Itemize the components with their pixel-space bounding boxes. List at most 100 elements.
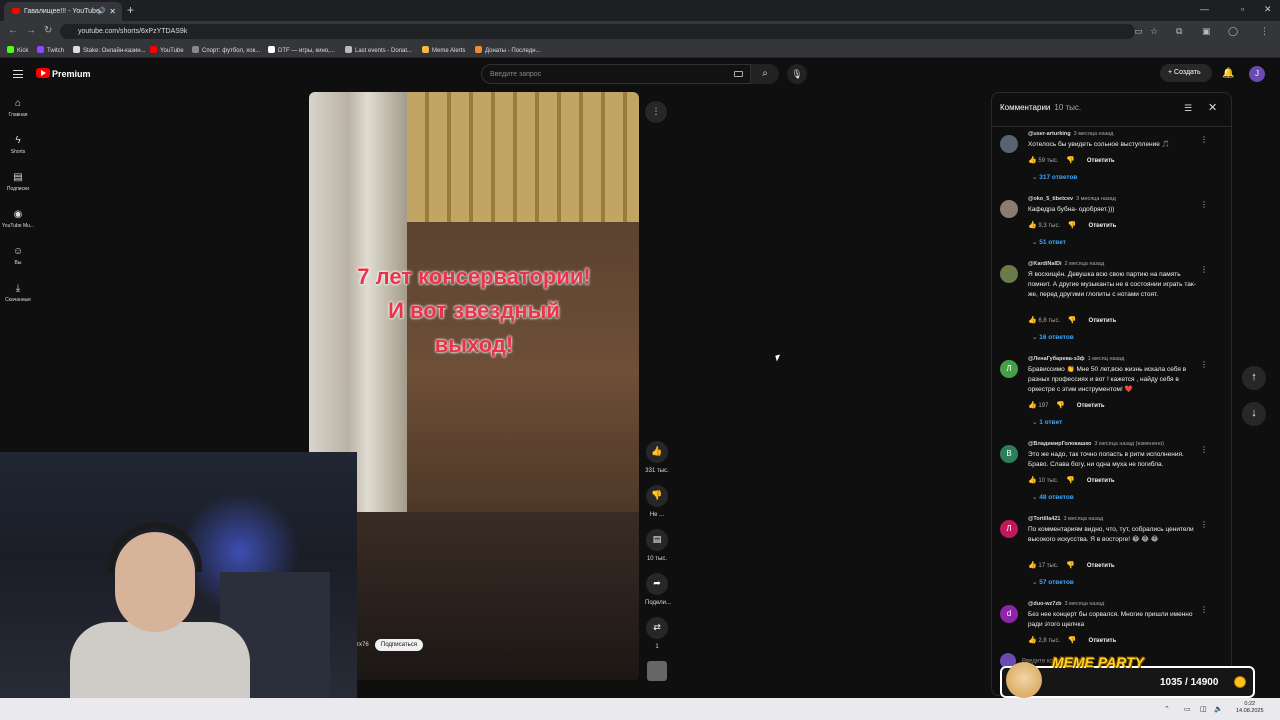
comment-menu-icon[interactable]: ⋮ [1200,200,1208,209]
close-window-icon[interactable]: ✕ [1264,4,1272,15]
browser-menu-icon[interactable]: ⋮ [1260,26,1269,37]
system-clock[interactable]: 0:22 14.08.2025 [1236,701,1264,715]
create-button[interactable]: + Создать [1160,64,1212,82]
account-avatar[interactable]: J [1249,66,1265,82]
comment-author[interactable]: @KardiNalDi [1028,261,1061,267]
thumbs-down-icon[interactable]: 👎 [1066,562,1075,569]
bookmark-item[interactable]: Meme Alerts [422,46,465,54]
browser-tab[interactable]: Гавалищее!!! - YouTube 🔊 ✕ [4,2,122,21]
avatar[interactable] [1000,200,1018,218]
video-more-icon[interactable]: ⋮ [645,101,667,123]
reply-button[interactable]: Ответить [1087,563,1115,569]
thumbs-down-icon[interactable]: 👎 [1068,317,1077,324]
avatar[interactable] [1000,135,1018,153]
thumbs-up-icon[interactable]: 👍 [1028,637,1037,644]
bookmark-item[interactable]: Спорт: футбол, хок... [192,46,260,54]
thumbs-up-icon[interactable]: 👍 [1028,477,1037,484]
view-replies-button[interactable]: ⌄ 48 ответов [1032,493,1074,501]
sidebar-item-home[interactable]: ⌂ Главная [0,98,36,118]
network-icon[interactable]: ◫ [1200,705,1207,713]
reply-button[interactable]: Ответить [1089,223,1117,229]
thumbs-down-icon[interactable]: 👎 [1068,637,1077,644]
comments-button[interactable]: ▤ 10 тыс. [645,529,669,562]
close-tab-icon[interactable]: ✕ [109,7,116,16]
reply-button[interactable]: Ответить [1087,158,1115,164]
reply-button[interactable]: Ответить [1089,638,1117,644]
thumbs-down-icon[interactable]: 👎 [1066,157,1075,164]
thumbs-up-icon[interactable]: 👍 [1028,562,1037,569]
comment-author[interactable]: @oko_5_tibetcev [1028,196,1073,202]
speaker-icon[interactable]: 🔊 [97,7,106,15]
bookmark-star-icon[interactable]: ☆ [1150,26,1158,37]
sidebar-item-shorts[interactable]: ϟ Shorts [0,135,36,155]
next-short-button[interactable]: ↓ [1242,402,1266,426]
url-field[interactable]: youtube.com/shorts/6xPzYTDAS9k [60,24,1135,39]
bookmark-item[interactable]: Kick [7,46,28,54]
view-replies-button[interactable]: ⌄ 16 ответов [1032,333,1074,341]
reply-button[interactable]: Ответить [1087,478,1115,484]
comment-author[interactable]: @ЛенаГубарева-э3ф [1028,356,1085,362]
bookmark-item[interactable]: Twitch [37,46,64,54]
avatar[interactable]: Л [1000,360,1018,378]
sidebar-item-you[interactable]: ☺ Вы [0,246,36,266]
thumbs-up-icon[interactable]: 👍 [1028,157,1037,164]
subscribe-button[interactable]: Подписаться [375,639,423,651]
sidebar-panel-icon[interactable]: ▣ [1202,26,1211,37]
avatar[interactable]: В [1000,445,1018,463]
maximize-icon[interactable]: ▫ [1241,4,1244,14]
bookmark-item[interactable]: Донаты - Последн... [475,46,541,54]
reply-button[interactable]: Ответить [1089,318,1117,324]
bookmark-item[interactable]: Stake: Онлайн-казин... [73,46,146,54]
back-icon[interactable]: ← [8,25,18,36]
language-icon[interactable]: ▭ [1184,705,1191,713]
comment-menu-icon[interactable]: ⋮ [1200,360,1208,369]
thumbs-up-icon[interactable]: 👍 [1028,222,1037,229]
remix-button[interactable]: ⇄ 1 [645,617,669,650]
reload-icon[interactable]: ↻ [44,25,52,36]
sort-icon[interactable]: ☰ [1184,103,1192,114]
view-replies-button[interactable]: ⌄ 51 ответ [1032,238,1066,246]
hamburger-menu-icon[interactable] [13,70,23,78]
minimize-icon[interactable]: — [1200,4,1209,14]
search-button[interactable]: ⌕ [751,64,779,84]
profile-icon[interactable]: ◯ [1228,26,1238,37]
thumbs-down-icon[interactable]: 👎 [1066,477,1075,484]
comment-author[interactable]: @duo-wz7zb [1028,601,1061,607]
extensions-icon[interactable]: ⧉ [1176,26,1182,37]
cast-icon[interactable]: ▭ [1134,26,1143,37]
reply-button[interactable]: Ответить [1077,403,1105,409]
dislike-button[interactable]: 👎 Не ... [645,485,669,518]
new-tab-icon[interactable]: + [127,3,134,17]
notifications-bell-icon[interactable]: 🔔 [1222,68,1234,79]
bookmark-item[interactable]: YouTube [150,46,184,54]
sidebar-item-youtube-music[interactable]: ◉ YouTube Mu... [0,209,36,229]
search-input[interactable]: Введите запрос [481,64,751,84]
close-icon[interactable]: ✕ [1208,101,1217,114]
premium-logo-text[interactable]: Premium [52,69,91,79]
comment-menu-icon[interactable]: ⋮ [1200,445,1208,454]
thumbs-down-icon[interactable]: 👎 [1056,402,1065,409]
sidebar-item-downloads[interactable]: ⤓ Скачанные [0,283,36,303]
sound-thumbnail[interactable] [647,661,667,681]
comment-author[interactable]: @user-arturking [1028,131,1071,137]
like-button[interactable]: 👍 331 тыс. [645,441,669,474]
keyboard-icon[interactable] [734,71,743,77]
thumbs-up-icon[interactable]: 👍 [1028,402,1037,409]
avatar[interactable]: Л [1000,520,1018,538]
sidebar-item-subscriptions[interactable]: ▤ Подписки [0,172,36,192]
bookmark-item[interactable]: Last events - Donat... [345,46,412,54]
microphone-icon[interactable]: 🎙 [787,64,807,84]
avatar[interactable]: d [1000,605,1018,623]
comment-menu-icon[interactable]: ⋮ [1200,520,1208,529]
bookmark-item[interactable]: DTF — игры, кино,... [268,46,335,54]
channel-name[interactable]: rx76 [357,642,369,648]
comment-menu-icon[interactable]: ⋮ [1200,605,1208,614]
tray-chevron-icon[interactable]: ⌃ [1164,705,1170,713]
comment-author[interactable]: @ВладимирГоловашко [1028,441,1091,447]
comment-menu-icon[interactable]: ⋮ [1200,135,1208,144]
comment-menu-icon[interactable]: ⋮ [1200,265,1208,274]
share-button[interactable]: ➦ Подели... [645,573,671,606]
thumbs-down-icon[interactable]: 👎 [1068,222,1077,229]
comment-author[interactable]: @Tortilla421 [1028,516,1060,522]
thumbs-up-icon[interactable]: 👍 [1028,317,1037,324]
